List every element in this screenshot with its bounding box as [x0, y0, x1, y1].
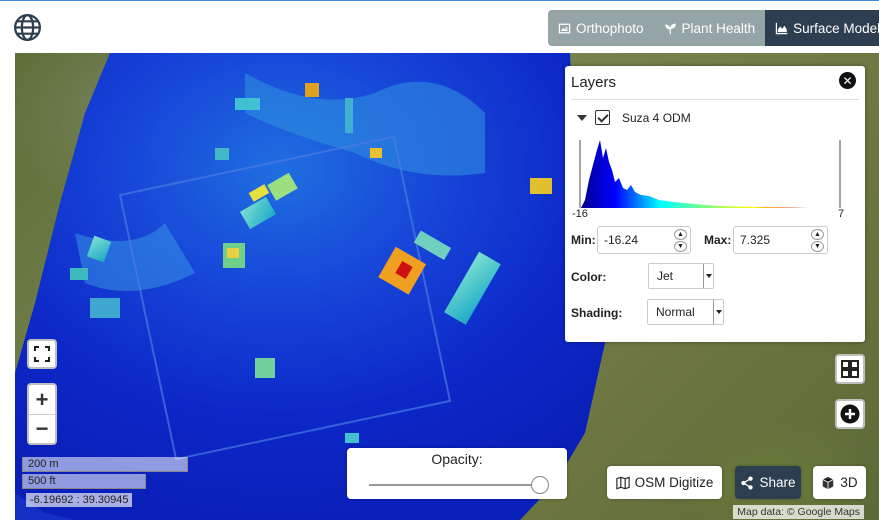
top-accent-line	[0, 0, 879, 1]
tab-plant-health-label: Plant Health	[681, 20, 756, 36]
shading-label: Shading:	[571, 306, 623, 320]
histogram-max-label: 7	[838, 208, 845, 220]
opacity-label: Opacity:	[431, 451, 483, 467]
fullscreen-button[interactable]	[27, 339, 57, 369]
cube-icon	[822, 476, 834, 489]
add-layer-button[interactable]	[835, 399, 865, 429]
tab-surface-model-label: Surface Model	[793, 20, 879, 36]
tab-plant-health[interactable]: Plant Health	[653, 10, 766, 46]
map-attribution: Map data: © Google Maps	[733, 505, 864, 519]
map-icon	[615, 476, 630, 489]
layer-type-tabs: Orthophoto Plant Health Surface Model	[548, 10, 879, 46]
color-select-value: Jet	[657, 269, 674, 283]
layer-visibility-checkbox[interactable]	[595, 110, 610, 125]
layer-name: Suza 4 ODM	[622, 110, 691, 125]
close-icon[interactable]: ✕	[839, 72, 856, 89]
min-stepper[interactable]: ▲ ▼	[674, 229, 687, 252]
min-label: Min:	[571, 233, 596, 247]
share-icon	[741, 475, 754, 490]
share-label: Share	[759, 475, 796, 490]
zoom-out-button[interactable]: −	[29, 414, 55, 443]
area-chart-icon	[775, 22, 788, 34]
osm-digitize-button[interactable]: OSM Digitize	[607, 466, 722, 499]
layers-panel: Layers ✕ Suza 4 ODM -16 7 Min: -16.24 ▲ ▼…	[565, 66, 865, 342]
color-label: Color:	[571, 270, 607, 284]
grid-icon	[841, 360, 859, 378]
globe-icon[interactable]	[14, 14, 41, 41]
opacity-slider-thumb[interactable]	[531, 476, 549, 494]
chevron-down-icon	[703, 264, 713, 288]
zoom-in-button[interactable]: +	[29, 385, 55, 414]
zoom-control: + −	[27, 383, 57, 445]
layers-grid-button[interactable]	[835, 354, 865, 384]
max-stepper[interactable]: ▲ ▼	[811, 229, 824, 252]
layers-panel-divider	[571, 99, 859, 100]
plant-icon	[664, 23, 676, 34]
max-label: Max:	[704, 233, 732, 247]
plus-circle-icon	[840, 404, 860, 424]
layers-panel-title: Layers	[571, 74, 617, 91]
elevation-histogram[interactable]	[579, 140, 843, 208]
opacity-slider-track[interactable]	[369, 484, 539, 486]
scale-metric: 200 m	[22, 457, 188, 472]
osm-digitize-label: OSM Digitize	[634, 475, 714, 490]
chevron-down-icon	[713, 300, 723, 324]
shading-select-value: Normal	[656, 305, 695, 319]
color-select[interactable]: Jet	[648, 263, 714, 289]
expand-icon	[34, 346, 50, 362]
min-input[interactable]: -16.24 ▲ ▼	[597, 226, 691, 254]
collapse-triangle-icon[interactable]	[577, 114, 587, 121]
max-value: 7.325	[740, 233, 771, 247]
tab-orthophoto[interactable]: Orthophoto	[548, 10, 654, 46]
min-value: -16.24	[604, 233, 639, 247]
coordinates-readout: -6.19692 : 39.30945	[26, 493, 133, 507]
3d-button[interactable]: 3D	[813, 466, 866, 499]
shading-select[interactable]: Normal	[647, 299, 724, 325]
scale-imperial: 500 ft	[22, 474, 146, 489]
max-input[interactable]: 7.325 ▲ ▼	[733, 226, 828, 254]
tab-orthophoto-label: Orthophoto	[576, 20, 644, 36]
opacity-control: Opacity:	[347, 448, 567, 499]
layer-row: Suza 4 ODM	[577, 110, 691, 125]
image-icon	[558, 23, 571, 33]
tab-surface-model[interactable]: Surface Model	[765, 10, 879, 46]
share-button[interactable]: Share	[735, 466, 801, 499]
3d-label: 3D	[840, 475, 858, 490]
histogram-min-label: -16	[572, 208, 588, 220]
